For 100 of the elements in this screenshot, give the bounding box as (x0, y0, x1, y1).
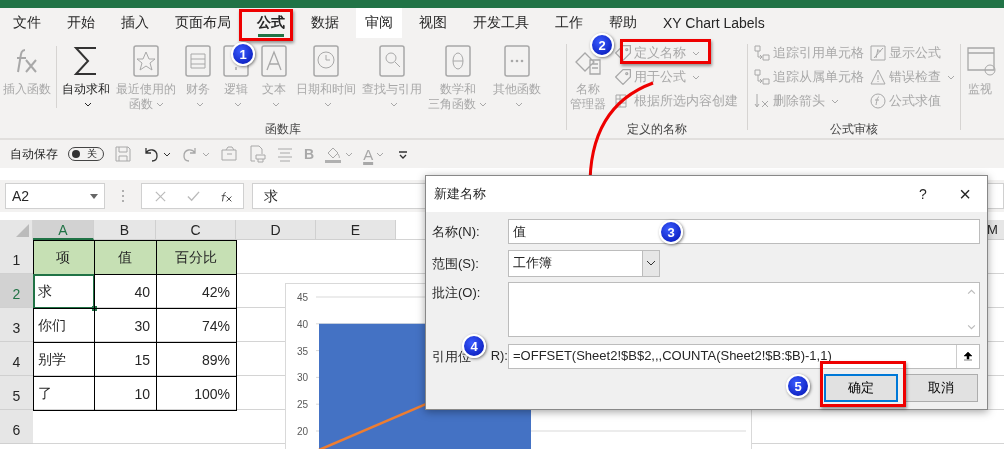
chevron-down-icon (646, 260, 656, 266)
table-cell: 百分比 (156, 240, 237, 275)
window-icon (964, 44, 996, 78)
chevron-down-icon[interactable] (966, 324, 976, 330)
magnifier-book-icon[interactable] (376, 44, 408, 78)
chevron-down-icon (233, 102, 242, 108)
row-header[interactable]: 2 (0, 274, 33, 308)
column-header[interactable]: E (316, 220, 396, 240)
group-label: 公式审核 (829, 121, 879, 138)
ribbon-tab[interactable]: 审阅 (356, 8, 402, 38)
group-label: 定义的名称 (626, 121, 688, 138)
clock-book-icon[interactable] (310, 44, 342, 78)
formula-icon (870, 45, 886, 61)
select-all-icon[interactable] (16, 224, 29, 237)
remove-arrow-icon (754, 93, 770, 109)
ribbon-tab[interactable]: XY Chart Labels (654, 9, 774, 37)
chevron-down-icon (345, 151, 354, 157)
letter-book-icon[interactable] (258, 44, 290, 78)
ribbon-tab[interactable]: 公式 (248, 8, 294, 38)
align-icon (276, 145, 294, 163)
evaluate-icon (870, 93, 886, 109)
ribbon-tab[interactable]: 页面布局 (166, 8, 240, 38)
chevron-down-icon (692, 50, 700, 56)
chevron-down-icon (692, 74, 700, 80)
table-cell: 求 (33, 274, 95, 309)
chevron-down-icon (947, 74, 955, 80)
row-header[interactable]: 1 (0, 240, 33, 274)
ribbon-tab[interactable]: 工作 (546, 8, 592, 38)
table-cell: 项 (33, 240, 95, 275)
cancel-button[interactable]: 取消 (904, 374, 978, 402)
row-header[interactable]: 6 (0, 410, 33, 444)
name-box[interactable]: A2 (5, 183, 105, 209)
group-label: 函数库 (264, 121, 302, 138)
help-button[interactable]: ? (903, 186, 943, 202)
trace-arrow-icon (754, 69, 770, 85)
field-label: 名称(N): (432, 223, 481, 241)
chevron-down-icon (479, 102, 487, 108)
tag-icon (615, 45, 631, 61)
row-header[interactable]: 4 (0, 342, 33, 376)
table-cell: 值 (94, 240, 157, 275)
warning-icon (870, 69, 886, 85)
chevron-up-icon[interactable] (966, 289, 976, 295)
axis-tick-label: 35 (296, 345, 308, 357)
cancel-icon[interactable] (154, 189, 167, 203)
ribbon-tab[interactable]: 文件 (4, 8, 50, 38)
camera-icon (220, 145, 238, 163)
chevron-down-icon (271, 102, 280, 108)
ok-button[interactable]: 确定 (824, 374, 898, 402)
scope-dropdown[interactable]: 工作簿 (508, 249, 660, 277)
trace-arrow-icon (754, 45, 770, 61)
axis-tick-label: 45 (296, 292, 308, 303)
row-header[interactable]: 5 (0, 376, 33, 410)
ribbon-tab[interactable]: 数据 (302, 8, 348, 38)
column-header[interactable]: C (156, 220, 236, 240)
ribbon-tab[interactable]: 视图 (410, 8, 456, 38)
question-book-icon[interactable] (220, 44, 252, 78)
close-button[interactable]: × (943, 182, 987, 206)
autosave-label: 自动保存 (10, 145, 58, 163)
star-book-icon[interactable] (130, 44, 162, 78)
database-book-icon[interactable] (182, 44, 214, 78)
highlight-frame (239, 9, 293, 41)
chevron-down-icon (514, 102, 523, 108)
column-header[interactable]: A (33, 220, 94, 240)
field-label: R): (490, 348, 508, 365)
ribbon-tab[interactable]: 插入 (112, 8, 158, 38)
comment-field[interactable] (508, 282, 980, 337)
table-cell: 了 (33, 376, 95, 411)
field-label: 批注(O): (432, 284, 482, 302)
chevron-down-icon (83, 102, 92, 108)
reference-field[interactable]: =OFFSET(Sheet2!$B$2,,,COUNTA(Sheet2!$B:$B)-1,1) (508, 343, 980, 369)
column-header[interactable]: B (94, 220, 156, 240)
axis-tick-label: 40 (296, 318, 308, 330)
print-preview-icon (248, 145, 266, 163)
dialog-title: 新建名称 (434, 185, 487, 203)
upload-arrow-icon (963, 351, 973, 361)
ribbon-tab[interactable]: 开发工具 (464, 8, 538, 38)
tag-icon (615, 69, 631, 85)
ribbon-tab[interactable]: 开始 (58, 8, 104, 38)
chevron-down-icon (195, 102, 204, 108)
row-header[interactable]: 3 (0, 308, 33, 342)
axis-tick-label: 25 (296, 399, 308, 411)
undo-icon (142, 145, 160, 163)
chevron-down-icon (376, 151, 385, 157)
ribbon-button[interactable]: 自动求和 (62, 82, 110, 112)
axis-tick-label: 30 (296, 372, 308, 384)
chevron-down-icon (155, 102, 164, 108)
chevron-down-icon (831, 98, 839, 104)
dots-book-icon[interactable] (501, 44, 533, 78)
chevron-down-icon (202, 151, 210, 157)
table-cell: 你们 (33, 308, 95, 343)
splitter-icon[interactable] (121, 188, 125, 204)
undo-button[interactable] (142, 145, 171, 163)
fx-icon[interactable] (220, 189, 233, 203)
check-icon[interactable] (187, 189, 200, 203)
redo-icon (181, 145, 199, 163)
axis-tick-label: 20 (296, 426, 308, 437)
chevron-down-icon (163, 151, 171, 157)
column-header[interactable]: D (236, 220, 316, 240)
chevron-down-icon (389, 102, 398, 108)
table-cell: 100% (156, 376, 237, 411)
